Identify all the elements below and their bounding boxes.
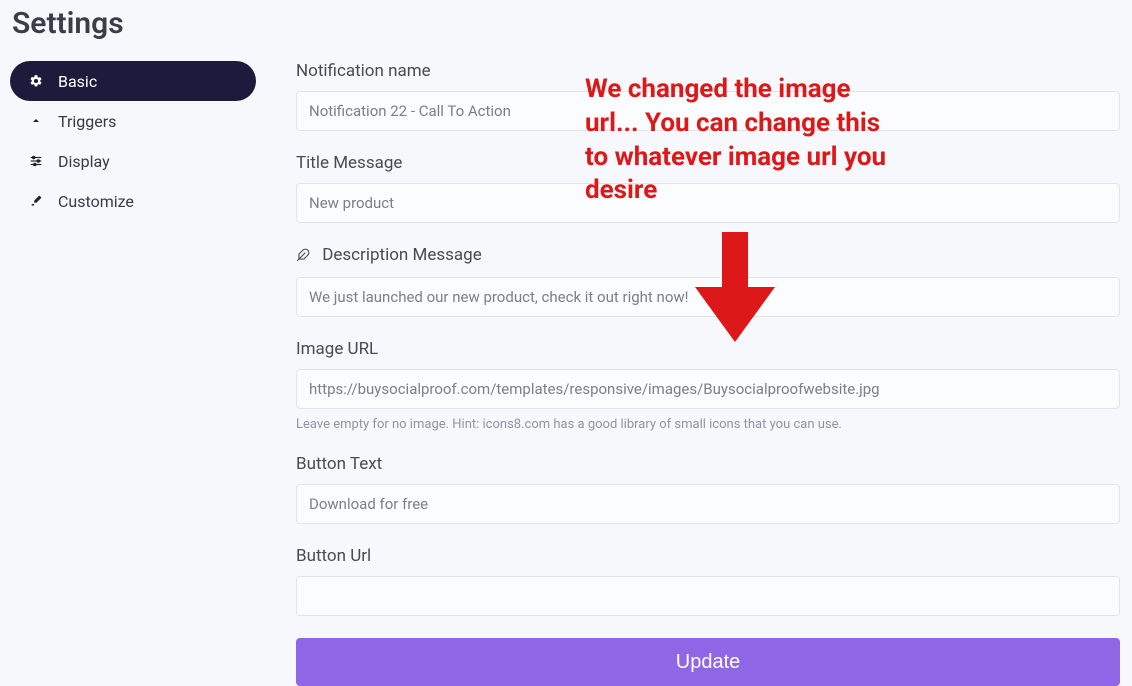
update-button[interactable]: Update	[296, 638, 1120, 686]
gear-icon	[28, 73, 44, 89]
title-message-label: Title Message	[296, 153, 1120, 173]
brush-icon	[28, 193, 44, 209]
sidebar-item-label: Display	[58, 152, 110, 171]
sidebar-item-label: Customize	[58, 192, 134, 211]
image-url-hint: Leave empty for no image. Hint: icons8.c…	[296, 417, 1120, 432]
title-message-input[interactable]	[296, 183, 1120, 223]
image-url-label: Image URL	[296, 339, 1120, 359]
settings-sidebar: Basic Triggers Display Customize	[0, 61, 266, 221]
notification-name-input[interactable]	[296, 91, 1120, 131]
sidebar-item-basic[interactable]: Basic	[10, 61, 256, 101]
sidebar-item-triggers[interactable]: Triggers	[10, 101, 256, 141]
sliders-icon	[28, 153, 44, 169]
button-text-label: Button Text	[296, 454, 1120, 474]
sidebar-item-display[interactable]: Display	[10, 141, 256, 181]
button-text-input[interactable]	[296, 484, 1120, 524]
image-url-input[interactable]	[296, 369, 1120, 409]
feather-icon	[296, 247, 314, 267]
notification-name-label: Notification name	[296, 61, 1120, 81]
button-url-label: Button Url	[296, 546, 1120, 566]
page-title: Settings	[0, 0, 1132, 61]
sidebar-item-label: Triggers	[58, 112, 116, 131]
button-url-input[interactable]	[296, 576, 1120, 616]
description-message-input[interactable]	[296, 277, 1120, 317]
chevron-up-icon	[28, 113, 44, 129]
settings-form: Notification name Title Message Descript…	[266, 61, 1132, 686]
description-message-label: Description Message	[296, 245, 1120, 267]
sidebar-item-customize[interactable]: Customize	[10, 181, 256, 221]
sidebar-item-label: Basic	[58, 72, 97, 91]
